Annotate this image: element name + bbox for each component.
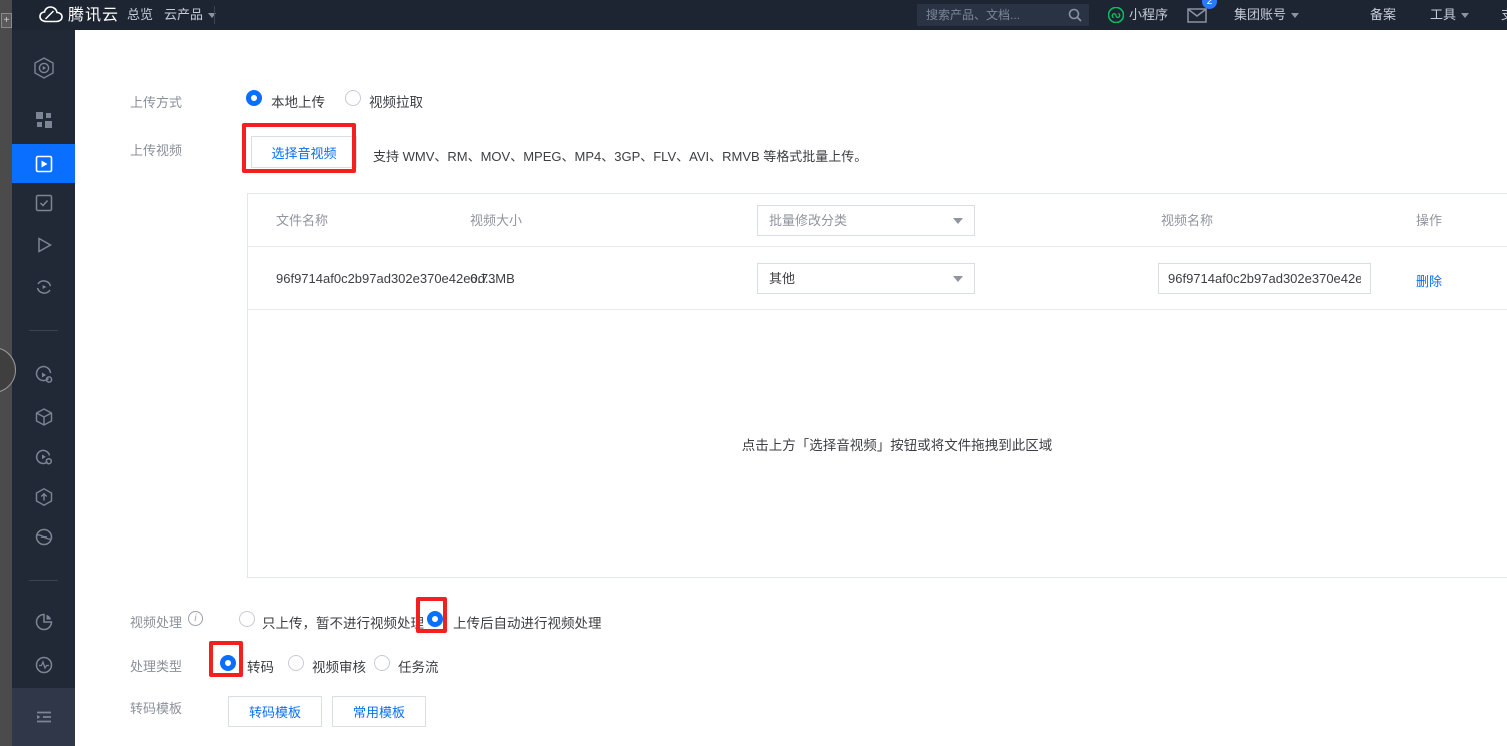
sidebar-item-monitor[interactable] <box>12 645 75 685</box>
play-outline-icon <box>34 235 54 255</box>
chevron-down-icon <box>1461 13 1469 18</box>
process-type-label: 处理类型 <box>130 656 182 675</box>
col-action: 操作 <box>1416 194 1442 247</box>
table-header-row: 文件名称 视频大小 批量修改分类 视频名称 操作 <box>248 194 1507 247</box>
media-grid-icon <box>34 110 54 130</box>
video-name-input[interactable] <box>1158 263 1371 294</box>
process-loop-icon <box>34 277 54 297</box>
transcode-template-label: 转码模板 <box>130 698 182 717</box>
info-icon[interactable]: i <box>188 611 203 626</box>
file-dropzone[interactable]: 点击上方「选择音视频」按钮或将文件拖拽到此区域 <box>248 310 1507 577</box>
nav-beian[interactable]: 备案 <box>1370 0 1396 30</box>
upload-video-label: 上传视频 <box>130 140 182 159</box>
topbar-divider <box>214 6 215 24</box>
play-gear-icon <box>34 365 54 385</box>
sidebar-item-stream[interactable] <box>12 517 75 557</box>
radio-upload-only[interactable] <box>239 611 255 627</box>
row-category-select[interactable]: 其他 <box>757 263 975 294</box>
chevron-down-icon <box>953 218 963 224</box>
upload-file-table: 文件名称 视频大小 批量修改分类 视频名称 操作 96f9714af0c2b97… <box>247 193 1507 578</box>
search-icon[interactable] <box>1068 8 1082 22</box>
sidebar-item-task-center[interactable] <box>12 688 75 746</box>
sidebar-item-vod-logo[interactable] <box>12 48 75 88</box>
cell-file-name: 96f9714af0c2b97ad302e370e42e0d... <box>276 271 496 286</box>
brand-name[interactable]: 腾讯云 <box>68 0 119 30</box>
tencent-cloud-console: + 腾讯云 总览 云产品 搜索产品、文档... 小程序 <box>0 0 1507 746</box>
radio-auto-process-label[interactable]: 上传后自动进行视频处理 <box>453 612 602 632</box>
col-file-name: 文件名称 <box>276 194 328 247</box>
sidebar-item-package[interactable] <box>12 397 75 437</box>
radio-taskflow-label[interactable]: 任务流 <box>398 656 439 676</box>
common-template-button[interactable]: 常用模板 <box>332 696 426 727</box>
radio-taskflow[interactable] <box>374 655 390 671</box>
format-hint: 支持 WMV、RM、MOV、MPEG、MP4、3GP、FLV、AVI、RMVB … <box>373 146 867 165</box>
top-navigation-bar: 腾讯云 总览 云产品 搜索产品、文档... 小程序 2 集团账号 备案 工具 支… <box>12 0 1507 30</box>
sidebar-divider <box>29 580 58 581</box>
radio-local-upload-label[interactable]: 本地上传 <box>271 91 325 111</box>
background-window-plus-icon: + <box>1 13 12 28</box>
chevron-down-icon <box>953 276 963 282</box>
sidebar-item-review[interactable] <box>12 183 75 223</box>
radio-video-pull-label[interactable]: 视频拉取 <box>369 91 423 111</box>
cell-video-size: 6.73MB <box>470 271 515 286</box>
nav-support[interactable]: 支持 <box>1501 0 1507 30</box>
nav-overview[interactable]: 总览 <box>127 0 153 30</box>
col-video-name: 视频名称 <box>1161 194 1213 247</box>
tencent-cloud-logo-icon[interactable] <box>38 5 64 28</box>
chevron-down-icon <box>1291 13 1299 18</box>
task-list-icon <box>34 707 54 727</box>
delete-link[interactable]: 删除 <box>1416 271 1442 290</box>
sidebar-item-play[interactable] <box>12 225 75 265</box>
radio-video-pull[interactable] <box>345 90 361 106</box>
transcode-template-button[interactable]: 转码模板 <box>228 696 322 727</box>
review-check-icon <box>34 193 54 213</box>
dropzone-hint: 点击上方「选择音视频」按钮或将文件拖拽到此区域 <box>742 434 1053 454</box>
radio-upload-only-label[interactable]: 只上传，暂不进行视频处理 <box>262 612 424 632</box>
clock-gear-icon <box>34 447 54 467</box>
nav-group-account[interactable]: 集团账号 <box>1234 0 1299 30</box>
search-input[interactable]: 搜索产品、文档... <box>917 4 1089 26</box>
radio-auto-process[interactable] <box>427 611 443 627</box>
mail-unread-badge[interactable]: 2 <box>1202 0 1217 9</box>
upload-method-label: 上传方式 <box>130 92 182 111</box>
radio-local-upload[interactable] <box>246 90 262 106</box>
sidebar-item-distribute[interactable] <box>12 477 75 517</box>
batch-category-select[interactable]: 批量修改分类 <box>757 205 975 236</box>
sidebar-item-schedule[interactable] <box>12 437 75 477</box>
radio-review[interactable] <box>288 655 304 671</box>
col-video-size: 视频大小 <box>470 194 522 247</box>
pie-chart-icon <box>34 612 54 632</box>
cube-icon <box>34 407 54 427</box>
sidebar-item-statistics[interactable] <box>12 602 75 642</box>
hex-upload-icon <box>34 487 54 507</box>
nav-products[interactable]: 云产品 <box>164 0 216 30</box>
pulse-icon <box>34 655 54 675</box>
stream-icon <box>34 527 54 547</box>
choose-av-button[interactable]: 选择音视频 <box>251 136 357 168</box>
radio-transcode[interactable] <box>220 655 236 671</box>
video-upload-icon <box>34 154 54 174</box>
sidebar-item-media-process[interactable] <box>12 267 75 307</box>
video-process-label: 视频处理 <box>130 612 182 631</box>
vod-logo-icon <box>32 56 56 80</box>
sidebar-item-media-assets[interactable] <box>12 100 75 140</box>
sidebar-divider <box>29 330 58 331</box>
radio-review-label[interactable]: 视频审核 <box>312 656 366 676</box>
nav-tools[interactable]: 工具 <box>1430 0 1469 30</box>
sidebar-item-video-upload-selected[interactable] <box>12 144 75 183</box>
nav-miniprogram[interactable]: 小程序 <box>1129 0 1168 30</box>
search-placeholder: 搜索产品、文档... <box>926 4 1020 26</box>
radio-transcode-label[interactable]: 转码 <box>247 656 274 676</box>
left-sidebar <box>12 30 75 746</box>
upload-form: 上传方式 本地上传 视频拉取 上传视频 选择音视频 支持 WMV、RM、MOV、… <box>75 30 1507 746</box>
miniprogram-icon[interactable] <box>1108 7 1124 23</box>
mail-icon[interactable] <box>1187 8 1207 23</box>
table-row: 96f9714af0c2b97ad302e370e42e0d... 6.73MB… <box>248 247 1507 310</box>
sidebar-item-play-settings[interactable] <box>12 355 75 395</box>
